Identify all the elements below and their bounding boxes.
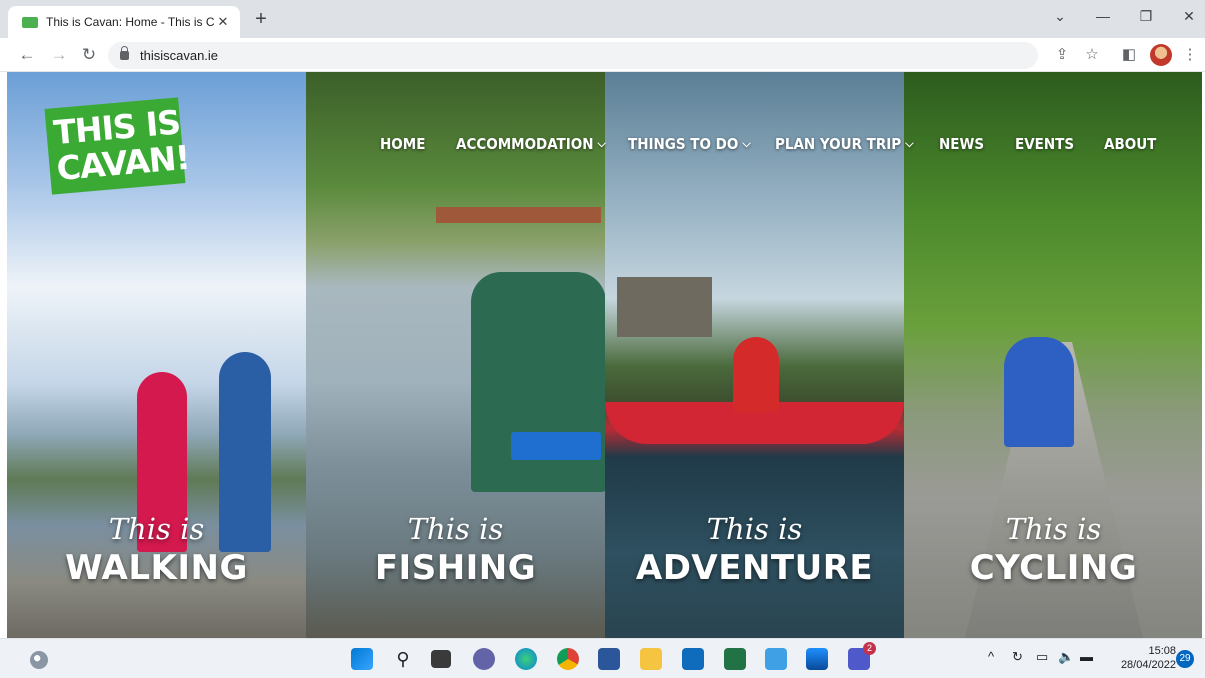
- chevron-down-icon: ⌵: [742, 137, 751, 150]
- file-explorer-icon[interactable]: [640, 648, 662, 670]
- bridge-shape: [436, 207, 601, 223]
- tray-overflow-chevron-icon[interactable]: ^: [988, 649, 994, 664]
- edge-browser-icon[interactable]: [515, 648, 537, 670]
- url-text: thisiscavan.ie: [140, 48, 219, 63]
- forward-arrow-icon[interactable]: →: [48, 44, 70, 66]
- restore-button[interactable]: ❐: [1126, 8, 1166, 25]
- side-panel-icon[interactable]: ◧: [1119, 45, 1139, 65]
- minimize-button[interactable]: —: [1083, 8, 1123, 24]
- close-tab-icon[interactable]: ✕: [214, 13, 232, 31]
- profile-avatar[interactable]: [1150, 44, 1172, 66]
- site-favicon-icon: [22, 16, 38, 28]
- volume-icon[interactable]: 🔈: [1058, 649, 1074, 665]
- share-icon[interactable]: ⇪: [1052, 45, 1072, 65]
- notepad-icon[interactable]: [765, 648, 787, 670]
- nav-home[interactable]: HOME: [380, 134, 425, 154]
- notification-count-badge[interactable]: 29: [1176, 650, 1194, 668]
- nav-label: ABOUT: [1104, 135, 1157, 153]
- tackle-box: [511, 432, 601, 460]
- nav-label: HOME: [380, 135, 426, 153]
- castle-shape: [617, 277, 712, 337]
- nav-about[interactable]: ABOUT: [1104, 134, 1156, 154]
- clock-time: 15:08: [1148, 645, 1176, 657]
- close-window-button[interactable]: ✕: [1169, 8, 1205, 25]
- nav-news[interactable]: NEWS: [939, 134, 984, 154]
- weather-widget[interactable]: [22, 645, 152, 673]
- nav-label: EVENTS: [1015, 135, 1075, 153]
- clock-date: 28/04/2022: [1120, 659, 1176, 671]
- nav-plan-your-trip[interactable]: PLAN YOUR TRIP ⌵: [775, 134, 914, 154]
- panel-adventure[interactable]: This is ADVENTURE: [605, 72, 904, 638]
- nav-things-to-do[interactable]: THINGS TO DO ⌵: [628, 134, 751, 154]
- outlook-icon[interactable]: [682, 648, 704, 670]
- kayaker-figure: [733, 337, 779, 412]
- photos-icon[interactable]: [806, 648, 828, 670]
- nav-label: ACCOMMODATION: [456, 135, 594, 153]
- teams-icon[interactable]: 2: [848, 642, 876, 670]
- panel-title: FISHING: [374, 548, 537, 588]
- nav-label: THINGS TO DO: [628, 135, 739, 153]
- panel-title: CYCLING: [969, 548, 1138, 588]
- address-bar[interactable]: thisiscavan.ie: [108, 42, 1038, 69]
- new-tab-button[interactable]: +: [250, 9, 272, 31]
- weather-icon: [30, 651, 48, 669]
- browser-tab[interactable]: This is Cavan: Home - This is Cav ✕: [8, 6, 240, 38]
- hero-section: This is WALKING This is FISHING This is …: [7, 72, 1202, 638]
- tab-strip: This is Cavan: Home - This is Cav ✕ + ⌄ …: [0, 0, 1205, 38]
- lock-icon[interactable]: [120, 46, 129, 60]
- word-icon[interactable]: [598, 648, 620, 670]
- tab-title: This is Cavan: Home - This is Cav: [46, 15, 214, 29]
- excel-icon[interactable]: [724, 648, 746, 670]
- panel-title: WALKING: [65, 548, 248, 588]
- reload-icon[interactable]: ↻: [78, 44, 100, 66]
- logo-text-line2: CAVAN!: [55, 137, 191, 189]
- battery-icon[interactable]: ▬: [1080, 649, 1093, 664]
- teams-badge: 2: [863, 642, 876, 655]
- chrome-browser-icon[interactable]: [557, 648, 579, 670]
- bookmark-star-icon[interactable]: ☆: [1082, 45, 1102, 65]
- chevron-down-icon: ⌵: [905, 137, 914, 150]
- system-clock[interactable]: 15:08 28/04/2022: [1106, 644, 1176, 672]
- task-view-icon[interactable]: [431, 650, 451, 668]
- panel-script-text: This is: [108, 512, 205, 546]
- search-icon[interactable]: ⚲: [392, 648, 414, 670]
- start-windows-icon[interactable]: [351, 648, 373, 670]
- site-logo[interactable]: THIS IS CAVAN!: [44, 97, 191, 195]
- panel-cycling[interactable]: This is CYCLING: [904, 72, 1202, 638]
- nav-accommodation[interactable]: ACCOMMODATION ⌵: [456, 134, 606, 154]
- cyclist-figure: [1004, 337, 1074, 447]
- panel-script-text: This is: [1005, 512, 1102, 546]
- back-arrow-icon[interactable]: ←: [16, 44, 38, 66]
- windows-taskbar: ⚲ 2 ^ ↻ ▭ 🔈 ▬ 15:08 28/04/2022 29: [0, 638, 1205, 678]
- sync-icon[interactable]: ↻: [1012, 649, 1023, 665]
- nav-label: PLAN YOUR TRIP: [775, 135, 902, 153]
- panel-fishing[interactable]: This is FISHING: [306, 72, 605, 638]
- panel-script-text: This is: [706, 512, 803, 546]
- network-icon[interactable]: ▭: [1036, 649, 1048, 665]
- panel-title: ADVENTURE: [635, 548, 874, 588]
- browser-toolbar: ← → ↻ thisiscavan.ie ⇪ ☆ ◧ ⋮: [0, 38, 1205, 72]
- panel-script-text: This is: [407, 512, 504, 546]
- menu-kebab-icon[interactable]: ⋮: [1180, 45, 1200, 65]
- tab-search-icon[interactable]: ⌄: [1040, 8, 1080, 25]
- chat-icon[interactable]: [473, 648, 495, 670]
- chevron-down-icon: ⌵: [597, 137, 606, 150]
- nav-label: NEWS: [939, 135, 985, 153]
- nav-events[interactable]: EVENTS: [1015, 134, 1074, 154]
